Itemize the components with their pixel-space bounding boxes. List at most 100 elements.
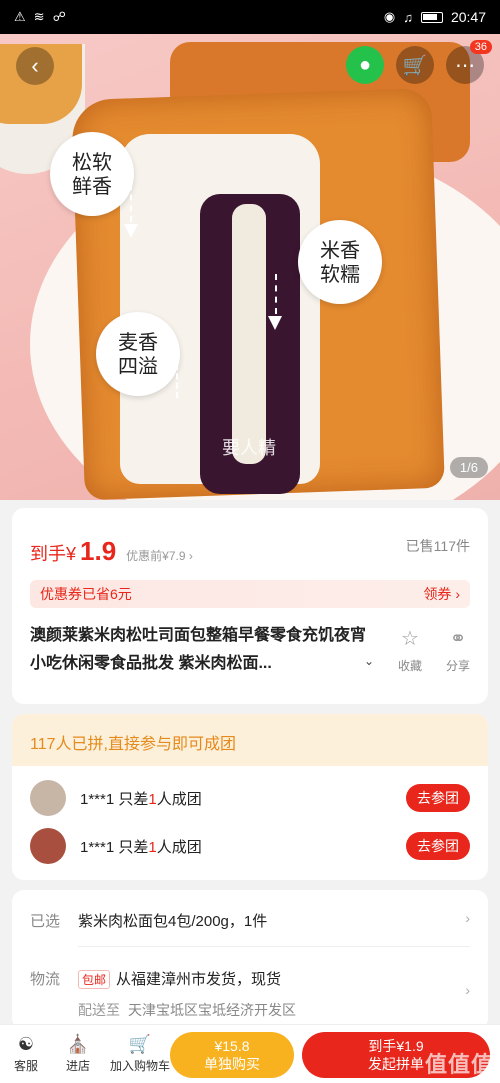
group-buy-header: 117人已拼,直接参与即可成团 (12, 714, 488, 766)
group-suffix: 人成团 (156, 838, 202, 856)
arrow-down-icon (124, 224, 138, 238)
share-label: 分享 (445, 659, 470, 673)
join-group-button[interactable]: 去参团 (406, 784, 470, 812)
cream-shape (232, 204, 266, 464)
group-status: 1***1 只差1人成团 (80, 836, 202, 857)
back-button[interactable]: ‹ (16, 47, 54, 85)
coupon-text: 优惠券已省6元 (40, 586, 132, 602)
get-coupon-button[interactable]: 领券 › (423, 584, 460, 604)
dashed-line (130, 184, 132, 222)
add-cart-label: 加入购物车 (109, 1059, 170, 1073)
bubble-text: 米香 (320, 238, 360, 262)
site-watermark: 值值值 (424, 1052, 494, 1077)
deliver-to: 配送至 天津宝坻区宝坻经济开发区 (78, 1000, 296, 1020)
buy-alone-button[interactable]: ¥15.8 单独购买 (170, 1032, 294, 1078)
store-label: 进店 (65, 1059, 90, 1073)
store-icon: ⛪ (66, 1034, 90, 1054)
selected-value: 紫米肉松面包4包/200g，1件 (78, 913, 268, 930)
add-to-cart-button[interactable]: 🛒 加入购物车 (104, 1034, 176, 1074)
solo-label: 单独购买 (204, 1056, 260, 1072)
cart-icon: 🛒 (402, 54, 428, 77)
join-group-button[interactable]: 去参团 (406, 832, 470, 860)
share-button[interactable]: ⚭ 分享 (438, 626, 478, 674)
bubble-text: 麦香 (118, 330, 158, 354)
avatar (30, 780, 66, 816)
chevron-left-icon: ‹ (31, 53, 39, 78)
headset-icon: ☯ (17, 1034, 35, 1054)
image-counter: 1/6 (449, 457, 488, 478)
link-icon: ☍ (52, 9, 66, 24)
service-label: 客服 (13, 1059, 38, 1073)
expand-title-icon[interactable]: ⌄ (364, 654, 374, 668)
price-value: 1.9 (80, 536, 117, 566)
group-user: 1***1 (80, 838, 115, 856)
feature-bubble-wheat: 麦香 四溢 (96, 312, 180, 396)
selected-label: 已选 (30, 913, 61, 930)
feature-bubble-rice: 米香 软糯 (298, 220, 382, 304)
group-buy-card: 117人已拼,直接参与即可成团 1***1 只差1人成团 去参团 1***1 只… (12, 714, 488, 880)
bubble-text: 软糯 (320, 262, 360, 286)
favorite-label: 收藏 (397, 659, 422, 673)
group-suffix: 人成团 (156, 790, 202, 808)
chevron-right-icon: › (465, 982, 470, 998)
dashed-line (176, 364, 178, 398)
shipping-label: 物流 (30, 971, 61, 988)
battery-icon (420, 11, 443, 23)
group-count: 1 (148, 790, 157, 808)
star-icon: ☆ (401, 628, 419, 650)
favorite-button[interactable]: ☆ 收藏 (390, 626, 430, 674)
dashed-line (275, 274, 277, 314)
product-image[interactable]: 松软 鲜香 米香 软糯 麦香 四溢 要人精 1/6 (0, 34, 500, 500)
price-row: 到手¥ 1.9 优惠前¥7.9 › (30, 536, 193, 567)
solo-price: ¥15.8 (214, 1038, 250, 1054)
shipping-value: 从福建漳州市发货，现货 (116, 971, 282, 988)
mute-icon: ♫ (403, 9, 413, 25)
product-title: 澳颜莱紫米肉松吐司面包整箱早餐零食充饥夜宵小吃休闲零食品批发 紫米肉松面... (30, 627, 367, 672)
cart-button[interactable]: 🛒 (396, 46, 434, 84)
group-prefix: 只差 (118, 838, 149, 856)
group-price: 到手¥1.9 (368, 1038, 424, 1054)
deliver-to-value: 天津宝坻区宝坻经济开发区 (128, 1002, 296, 1018)
status-time: 20:47 (450, 9, 486, 25)
status-bar: ⚠ ≋ ☍ ◉ ♫ 20:47 (0, 0, 500, 34)
bubble-text: 鲜香 (72, 174, 112, 198)
selected-spec-row[interactable]: 已选 紫米肉松面包4包/200g，1件 › (30, 910, 470, 931)
wechat-icon: ● (358, 53, 372, 76)
bubble-text: 四溢 (118, 354, 158, 378)
group-user: 1***1 (80, 790, 115, 808)
wifi-icon: ≋ (33, 9, 45, 24)
price-prefix: 到手¥ (30, 544, 77, 564)
coupon-bar[interactable]: 优惠券已省6元 领券 › (30, 580, 470, 608)
shipping-value-wrap: 包邮 从福建漳州市发货，现货 (78, 968, 281, 989)
more-icon: ⋯ (455, 54, 475, 77)
notification-badge: 36 (469, 40, 492, 54)
alert-icon: ⚠ (14, 9, 26, 24)
divider (78, 946, 470, 947)
bubble-text: 松软 (72, 150, 112, 174)
customer-service-button[interactable]: ☯ 客服 (0, 1034, 52, 1074)
wechat-share-button[interactable]: ● (346, 46, 384, 84)
group-row: 1***1 只差1人成团 去参团 (30, 778, 470, 818)
feature-bubble-soft: 松软 鲜香 (50, 132, 134, 216)
sold-count: 已售117件 (405, 538, 470, 554)
price-card: 到手¥ 1.9 优惠前¥7.9 › 已售117件 优惠券已省6元 领券 › 澳颜… (12, 508, 488, 704)
eye-icon: ◉ (383, 9, 396, 24)
group-count: 1 (148, 838, 157, 856)
store-button[interactable]: ⛪ 进店 (52, 1034, 104, 1074)
image-watermark: 要人精 (222, 438, 276, 458)
arrow-down-icon (268, 316, 282, 330)
deliver-to-label: 配送至 (78, 1002, 120, 1018)
group-row: 1***1 只差1人成团 去参团 (30, 826, 470, 866)
spec-card: 已选 紫米肉松面包4包/200g，1件 › 物流 包邮 从福建漳州市发货，现货 ›… (12, 890, 488, 1030)
group-label: 发起拼单 (368, 1056, 424, 1072)
avatar (30, 828, 66, 864)
original-price-link[interactable]: 优惠前¥7.9 › (126, 547, 193, 564)
bottom-bar: ☯ 客服 ⛪ 进店 🛒 加入购物车 ¥15.8 单独购买 到手¥1.9 发起拼单… (0, 1024, 500, 1083)
top-actions: ● 🛒 ⋯ 36 (346, 40, 492, 84)
group-prefix: 只差 (118, 790, 149, 808)
shipping-row[interactable]: 物流 包邮 从福建漳州市发货，现货 › (30, 968, 470, 998)
group-status: 1***1 只差1人成团 (80, 788, 202, 809)
cart-add-icon: 🛒 (128, 1034, 152, 1054)
more-button[interactable]: ⋯ 36 (446, 40, 492, 84)
share-icon: ⚭ (449, 628, 467, 650)
